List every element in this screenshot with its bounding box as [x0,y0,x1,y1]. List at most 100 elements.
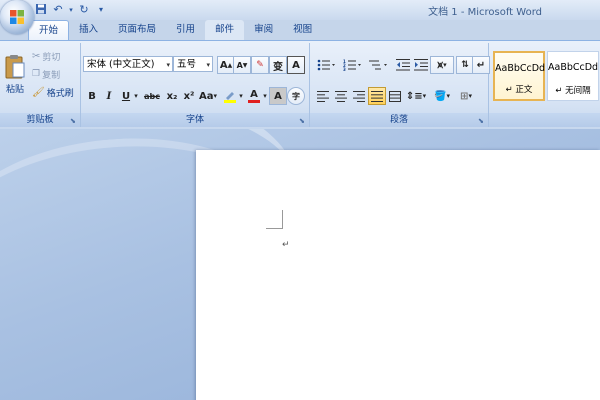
numbered-list-icon: 123 [343,59,361,71]
paragraph-group-label: 段落 [310,113,488,127]
highlighter-icon [224,92,236,103]
superscript-label: x² [183,90,195,102]
paragraph-launcher-icon[interactable]: ⬊ [478,117,486,125]
line-spacing-button[interactable]: ⇕≡ ▾ [404,87,428,105]
align-right-button[interactable] [350,87,368,105]
char-shading-label: A [274,90,282,102]
tab-home[interactable]: 开始 [28,20,70,41]
cut-label: 剪切 [42,52,61,63]
document-area: ↵ [0,129,600,400]
font-group-label: 字体 [81,113,309,127]
ribbon-tabs: 开始 插入 页面布局 引用 邮件 审阅 视图 [28,20,322,41]
numbering-button[interactable]: 123 [340,56,364,74]
cut-button[interactable]: ✂ 剪切 [32,49,60,63]
clipboard-launcher-icon[interactable]: ⬊ [70,117,78,125]
tab-page-layout[interactable]: 页面布局 [108,20,166,40]
chevron-down-icon: ▾ [206,61,210,69]
subscript-label: x₂ [166,90,178,102]
shrink-font-button[interactable]: A ▼ [233,56,251,74]
font-name-combo[interactable]: 宋体 (中文正文) ▾ [83,56,173,72]
underline-label: U [121,90,131,102]
brush-icon: 🖌 [32,86,45,98]
chinese-layout-button[interactable]: ⩙ ▾ [430,56,454,74]
document-page[interactable]: ↵ [196,150,600,400]
tab-mailings[interactable]: 邮件 [205,20,245,40]
font-group: 宋体 (中文正文) ▾ 五号 ▾ A ▲ A ▼ ✎ 变 A B I U ▾ abc… [81,43,310,127]
multilevel-list-button[interactable] [366,56,390,74]
tab-insert[interactable]: 插入 [69,20,108,40]
enclose-char-button[interactable]: 字 [287,87,305,105]
style-no-spacing[interactable]: AaBbCcDd ↵ 无间隔 [547,51,599,101]
char-shading-button[interactable]: A [269,87,287,105]
change-case-label: Aa [198,90,214,102]
ribbon: 粘贴 ✂ 剪切 ❐ 复制 🖌 格式刷 剪贴板 ⬊ 宋体 (中文正文) ▾ 五号 … [0,40,600,130]
clipboard-group: 粘贴 ✂ 剪切 ❐ 复制 🖌 格式刷 剪贴板 ⬊ [0,43,81,127]
show-marks-button[interactable]: ↵ [472,56,490,74]
save-icon[interactable] [34,3,48,17]
align-right-icon [353,90,365,102]
tab-references[interactable]: 引用 [166,20,205,40]
format-painter-button[interactable]: 🖌 格式刷 [32,85,74,99]
superscript-button[interactable]: x² [180,87,198,105]
strikethrough-button[interactable]: abc [141,87,163,105]
scissors-icon: ✂ [32,50,41,62]
paint-bucket-icon: 🪣 [434,90,447,102]
chevron-down-icon: ▾ [166,61,170,69]
margin-corner-mark [266,210,283,229]
copy-button[interactable]: ❐ 复制 [32,67,60,81]
paste-button[interactable]: 粘贴 [2,47,28,101]
border-grid-icon: ⊞ [460,90,469,102]
format-painter-label: 格式刷 [46,88,74,99]
line-spacing-icon: ⇕≡ [405,90,423,102]
align-center-button[interactable] [332,87,350,105]
office-button[interactable] [0,0,34,34]
paragraph-group: 123 ⩙ ▾ ⇅ ↵ ⇕≡ ▾ 🪣 ▾ ⊞ ▾ 段落 ⬊ [310,43,490,127]
eraser-icon: ✎ [256,60,264,70]
style-normal[interactable]: AaBbCcDd ↵ 正文 [493,51,545,101]
borders-button[interactable]: ⊞ ▾ [454,87,478,105]
tab-review[interactable]: 审阅 [244,20,283,40]
style-sample: AaBbCcDd [495,63,546,74]
italic-button[interactable]: I [100,87,118,105]
quick-access-toolbar: ↶ ▾ ↻ ▾ [34,2,108,18]
copy-label: 复制 [42,70,61,81]
office-logo-icon [10,10,24,24]
distributed-button[interactable] [386,87,404,105]
change-case-button[interactable]: Aa ▾ [197,87,219,105]
underline-dropdown-icon[interactable]: ▾ [131,87,141,105]
italic-label: I [106,90,112,102]
bullets-button[interactable] [314,56,338,74]
paste-icon [5,54,25,78]
enclose-char-label: 字 [292,91,300,101]
char-border-label: A [292,59,300,71]
bold-label: B [88,90,96,102]
font-size-combo[interactable]: 五号 ▾ [173,56,213,72]
justify-button[interactable] [368,87,386,105]
phonetic-guide-button[interactable]: 变 [269,56,287,74]
tab-view[interactable]: 视图 [283,20,322,40]
phonetic-guide-label: 变 [273,61,283,73]
shading-button[interactable]: 🪣 ▾ [430,87,454,105]
decrease-indent-button[interactable] [394,56,412,74]
font-launcher-icon[interactable]: ⬊ [299,117,307,125]
char-border-button[interactable]: A [287,56,305,74]
undo-icon[interactable]: ↶ [51,3,65,17]
justify-icon [371,90,383,102]
dropdown-icon[interactable]: ▾ [68,3,74,17]
increase-indent-button[interactable] [412,56,430,74]
decrease-indent-icon [396,59,410,71]
align-left-icon [317,90,329,102]
distributed-icon [389,90,401,102]
align-left-button[interactable] [314,87,332,105]
redo-icon[interactable]: ↻ [77,3,91,17]
strikethrough-label: abc [144,91,160,101]
font-color-swatch [248,100,260,103]
subscript-button[interactable]: x₂ [163,87,181,105]
style-name: ↵ 正文 [505,85,533,95]
font-size-value: 五号 [177,59,197,70]
styles-group-label [489,113,600,127]
font-color-label: A [250,89,258,100]
bold-button[interactable]: B [83,87,101,105]
customize-icon[interactable]: ▾ [94,3,108,17]
clear-format-button[interactable]: ✎ [251,56,269,74]
